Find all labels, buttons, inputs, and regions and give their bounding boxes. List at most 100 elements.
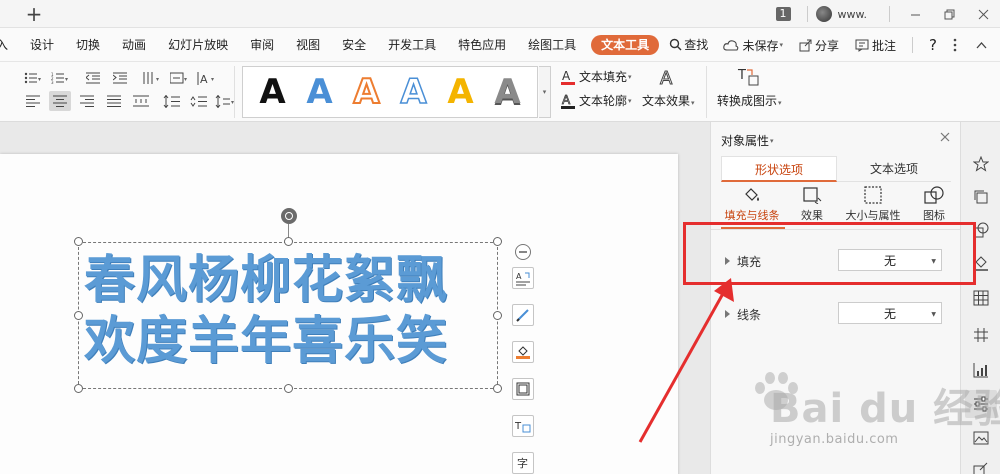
menu-item-slideshow[interactable]: 幻灯片放映 [157,28,239,62]
convert-to-diagram-button[interactable]: T 转换成图示▾ [717,66,782,109]
more-vertical-icon [953,38,957,52]
word-art-line-2: 欢度羊年喜乐笑 [84,312,449,371]
align-right-button[interactable] [76,91,98,111]
panel-title[interactable]: 对象属性 ▾ [721,132,774,149]
pen-button[interactable] [512,304,534,326]
text-style-orange-outline[interactable]: A [352,74,380,110]
fill-button[interactable] [512,341,534,363]
watermark-url: jingyan.baidu.com [770,432,899,447]
resize-handle-right[interactable] [493,311,502,320]
minimize-button[interactable] [898,0,932,28]
sidebar-table-button[interactable] [971,288,991,308]
text-effect-button[interactable]: A 文本效果▾ [642,66,695,109]
menu-item-insert[interactable]: 入 [0,28,19,62]
text-box-button[interactable]: T [512,415,534,437]
text-fill-button[interactable]: A 文本填充 ▾ [561,68,632,85]
resize-handle-bottom[interactable] [284,384,293,393]
new-tab-button[interactable]: + [20,0,48,28]
line-select[interactable]: 无 ▼ [838,302,942,324]
more-button[interactable] [945,38,968,52]
resize-handle-bottom-left[interactable] [74,384,83,393]
sub-tab-size-properties[interactable]: 大小与属性 [842,186,904,223]
line-label[interactable]: 线条 [737,306,761,323]
share-button[interactable]: 分享 [791,37,847,54]
help-button[interactable]: ? [921,36,945,54]
expand-triangle-icon[interactable] [725,310,730,318]
text-style-black[interactable]: A [259,75,285,109]
user-name[interactable]: www. [838,8,867,21]
resize-handle-top-left[interactable] [74,237,83,246]
gallery-scroll-button[interactable]: ▾ [539,66,551,118]
menu-item-features[interactable]: 特色应用 [447,28,517,62]
menu-item-drawing-tools[interactable]: 绘图工具 [517,28,587,62]
text-style-blue[interactable]: A [306,75,332,109]
word-art-text[interactable]: 春风杨柳花絮飘 欢度羊年喜乐笑 [84,250,494,372]
decrease-indent-button[interactable] [82,68,104,88]
chevron-down-icon: ▾ [779,41,783,49]
line-value: 无 [883,306,896,321]
pen-icon [516,309,529,322]
align-left-button[interactable] [22,91,44,111]
menu-item-view[interactable]: 视图 [285,28,331,62]
panel-close-button[interactable] [940,130,950,146]
minimize-icon [910,14,920,15]
sidebar-export-button[interactable] [971,460,991,474]
sub-tab-icon[interactable]: 图标 [903,186,965,223]
menu-item-design[interactable]: 设计 [19,28,65,62]
tab-shape-options[interactable]: 形状选项 [721,156,837,182]
restore-button[interactable] [932,0,966,28]
avatar[interactable] [815,6,832,22]
chevron-down-icon: ▾ [691,99,695,107]
line-spacing-button[interactable] [161,91,183,111]
sub-tab-label: 图标 [923,209,945,222]
decrease-indent-icon [86,72,100,84]
columns-button[interactable]: ▾ [142,68,164,88]
search-button[interactable]: 查找 [663,28,719,62]
resize-handle-left[interactable] [74,311,83,320]
distribute-button[interactable] [130,91,152,111]
svg-text:▾: ▾ [211,76,214,83]
sidebar-animation-button[interactable] [971,154,991,174]
collapse-toolbar-button[interactable] [515,244,531,260]
menu-item-review[interactable]: 审阅 [239,28,285,62]
numbered-list-button[interactable]: 1 2 3 ▾ [49,68,71,88]
text-style-blue-outline[interactable]: A [400,74,428,110]
comment-button[interactable]: 批注 [847,37,904,54]
resize-handle-top-right[interactable] [493,237,502,246]
table-icon [973,290,989,306]
unsaved-button[interactable]: 未保存 ▾ [715,37,791,54]
increase-indent-button[interactable] [109,68,131,88]
align-center-button[interactable] [49,91,71,111]
window-count-badge[interactable]: 1 [775,7,791,21]
char-button[interactable]: 字 [512,452,534,474]
sidebar-data-button[interactable] [971,325,991,345]
collapse-ribbon-button[interactable] [968,41,1000,49]
resize-handle-top[interactable] [284,237,293,246]
tab-text-options[interactable]: 文本选项 [837,156,951,182]
rotate-handle[interactable] [281,208,297,224]
menu-item-developer[interactable]: 开发工具 [377,28,447,62]
menu-item-animation[interactable]: 动画 [111,28,157,62]
slide-canvas-area[interactable]: 春风杨柳花絮飘 欢度羊年喜乐笑 A T 字 [0,122,710,474]
justify-button[interactable] [103,91,125,111]
text-direction-button[interactable]: A ▾ [196,68,218,88]
align-text-button[interactable]: ▾ [169,68,191,88]
text-outline-button[interactable]: A 文本轮廓 ▾ [561,92,632,109]
sub-tab-effect[interactable]: 效果 [781,186,843,223]
align-text-icon: ▾ [170,72,187,84]
sub-tab-fill-line[interactable]: 填充与线条 [721,186,783,223]
svg-text:T: T [515,421,522,432]
menu-item-security[interactable]: 安全 [331,28,377,62]
menu-item-text-tools[interactable]: 文本工具 [591,34,660,55]
convert-diagram-icon: T [737,68,759,86]
text-wrap-button[interactable]: A [512,267,534,289]
frame-button[interactable] [512,378,534,400]
paragraph-spacing-button[interactable] [188,91,210,111]
close-button[interactable] [966,0,1000,28]
sidebar-copy-button[interactable] [971,187,991,207]
resize-handle-bottom-right[interactable] [493,384,502,393]
bullet-list-button[interactable]: ▾ [22,68,44,88]
menu-item-transition[interactable]: 切换 [65,28,111,62]
text-style-gold[interactable]: A [447,75,473,109]
text-style-gray-gradient[interactable]: A [494,75,520,109]
